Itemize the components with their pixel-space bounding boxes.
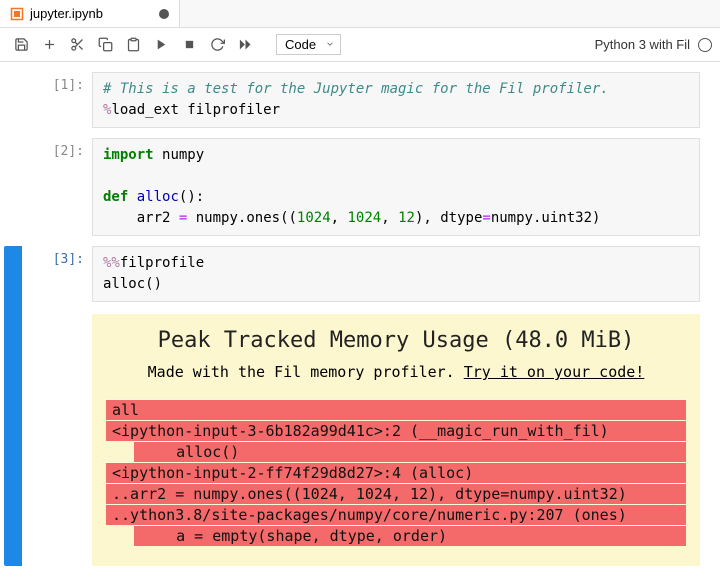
flame-row[interactable]: <ipython-input-3-6b182a99d41c>:2 (__magi… — [106, 420, 686, 441]
paste-button[interactable] — [120, 32, 146, 58]
flame-row[interactable]: a = empty(shape, dtype, order) — [134, 525, 686, 546]
insert-cell-button[interactable] — [36, 32, 62, 58]
code-cell[interactable]: [1]: # This is a test for the Jupyter ma… — [4, 72, 700, 128]
input-prompt: [3]: — [22, 246, 92, 566]
cell-type-select[interactable]: Code — [268, 34, 341, 55]
flame-row[interactable]: ..arr2 = numpy.ones((1024, 1024, 12), dt… — [106, 483, 686, 504]
kernel-name[interactable]: Python 3 with Fil — [595, 37, 690, 52]
notebook-area[interactable]: [1]: # This is a test for the Jupyter ma… — [0, 62, 720, 580]
cut-button[interactable] — [64, 32, 90, 58]
flame-row[interactable]: ..ython3.8/site-packages/numpy/core/nume… — [106, 504, 686, 525]
flame-graph[interactable]: all <ipython-input-3-6b182a99d41c>:2 (__… — [106, 399, 686, 546]
cell-gutter-selected — [4, 246, 22, 566]
flame-row[interactable]: <ipython-input-2-ff74f29d8d27>:4 (alloc) — [106, 462, 686, 483]
try-it-link[interactable]: Try it on your code! — [464, 363, 645, 381]
cell-type-value: Code — [276, 34, 341, 55]
code-input[interactable]: %%filprofile%%filprofile alloc() — [92, 246, 700, 302]
flame-row[interactable]: alloc() — [134, 441, 686, 462]
tab-notebook[interactable]: jupyter.ipynb — [0, 0, 180, 27]
input-prompt: [1]: — [22, 72, 92, 128]
code-comment: # This is a test for the Jupyter magic f… — [103, 81, 609, 97]
cell-gutter — [4, 138, 22, 236]
kernel-idle-icon[interactable] — [698, 38, 712, 52]
copy-button[interactable] — [92, 32, 118, 58]
restart-button[interactable] — [204, 32, 230, 58]
output-subtitle: Made with the Fil memory profiler. Try i… — [100, 363, 692, 381]
tab-title: jupyter.ipynb — [30, 6, 103, 21]
cell-gutter — [4, 72, 22, 128]
tab-bar: jupyter.ipynb — [0, 0, 720, 28]
input-prompt: [2]: — [22, 138, 92, 236]
unsaved-indicator-icon — [159, 9, 169, 19]
run-button[interactable] — [148, 32, 174, 58]
subtitle-text: Made with the Fil memory profiler. — [148, 363, 464, 381]
save-button[interactable] — [8, 32, 34, 58]
flame-row[interactable]: all — [106, 399, 686, 420]
code-cell[interactable]: [2]: import numpy def alloc(): arr2 = nu… — [4, 138, 700, 236]
kernel-status: Python 3 with Fil — [595, 37, 712, 52]
cell-output: Peak Tracked Memory Usage (48.0 MiB) Mad… — [92, 314, 700, 566]
stop-button[interactable] — [176, 32, 202, 58]
toolbar: Code Python 3 with Fil — [0, 28, 720, 62]
code-cell[interactable]: [3]: %%filprofile%%filprofile alloc() Pe… — [4, 246, 700, 566]
restart-run-all-button[interactable] — [232, 32, 258, 58]
output-title: Peak Tracked Memory Usage (48.0 MiB) — [100, 328, 692, 353]
code-input[interactable]: import numpy def alloc(): arr2 = numpy.o… — [92, 138, 700, 236]
code-input[interactable]: # This is a test for the Jupyter magic f… — [92, 72, 700, 128]
notebook-icon — [10, 7, 24, 21]
